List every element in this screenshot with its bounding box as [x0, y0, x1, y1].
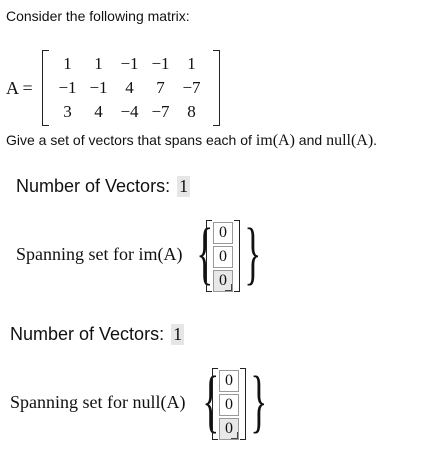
vector-entry-input[interactable]: 0	[219, 418, 239, 440]
vector-left-bracket	[212, 368, 218, 440]
null-count-label: Number of Vectors:	[10, 324, 165, 344]
vector-entry-input[interactable]: 0	[213, 270, 233, 292]
matrix-cell: −4	[120, 102, 139, 121]
vector-entry-input[interactable]: 0	[213, 222, 233, 244]
matrix-row: 3 4 −4 −7 8	[52, 100, 207, 124]
matrix-right-bracket	[213, 50, 220, 126]
matrix-cell: −1	[120, 54, 139, 73]
null-count-row: Number of Vectors: 1	[10, 324, 185, 345]
vector-entry-input[interactable]: 0	[213, 246, 233, 268]
matrix-cell: −1	[58, 78, 77, 97]
matrix-cell: 1	[187, 54, 196, 73]
matrix-cell: −1	[89, 78, 108, 97]
matrix: 1 1 −1 −1 1 −1 −1 4 7 −7 3 4 −4 −7 8	[42, 50, 220, 126]
vector-left-bracket	[206, 220, 212, 292]
right-brace: }	[244, 215, 262, 292]
matrix-cell: −7	[151, 102, 170, 121]
im-count-input[interactable]: 1	[177, 176, 191, 197]
matrix-cell: 3	[63, 102, 72, 121]
null-count-input[interactable]: 1	[171, 324, 185, 345]
question-prefix: Give a set of vectors that spans each of	[6, 132, 256, 148]
matrix-left-bracket	[42, 50, 49, 126]
matrix-cell: 7	[156, 78, 165, 97]
intro-text: Consider the following matrix:	[6, 8, 190, 24]
question-im: im(A)	[255, 132, 295, 149]
im-count-label: Number of Vectors:	[16, 176, 171, 196]
question-mid: and	[294, 132, 327, 148]
matrix-cell: 1	[63, 54, 72, 73]
resize-handle-icon[interactable]	[231, 432, 238, 439]
question-text: Give a set of vectors that spans each of…	[6, 132, 377, 150]
vector-entry-input[interactable]: 0	[219, 370, 239, 392]
null-vector-set: { 0 0 0 }	[202, 362, 267, 442]
question-null: null(A)	[326, 132, 374, 149]
matrix-cell: −1	[151, 54, 170, 73]
matrix-cell: 8	[187, 102, 196, 121]
right-brace: }	[250, 363, 268, 440]
resize-handle-icon[interactable]	[225, 284, 232, 291]
matrix-row: 1 1 −1 −1 1	[52, 52, 207, 76]
vector-entry-input[interactable]: 0	[219, 394, 239, 416]
matrix-label: A =	[6, 78, 33, 98]
matrix-row: −1 −1 4 7 −7	[52, 76, 207, 100]
im-vector-set: { 0 0 0 }	[196, 214, 261, 294]
matrix-cell: −7	[182, 78, 201, 97]
question-suffix: .	[373, 132, 378, 148]
im-vector: 0 0 0	[213, 222, 235, 294]
vector-right-bracket	[234, 220, 240, 292]
null-span-label: Spanning set for null(A)	[10, 392, 186, 412]
vector-right-bracket	[240, 368, 246, 440]
matrix-cell: 4	[125, 78, 134, 97]
im-count-row: Number of Vectors: 1	[16, 176, 191, 197]
im-span-label: Spanning set for im(A)	[16, 244, 183, 264]
matrix-cell: 1	[94, 54, 103, 73]
null-vector: 0 0 0	[219, 370, 241, 442]
matrix-cell: 4	[94, 102, 103, 121]
